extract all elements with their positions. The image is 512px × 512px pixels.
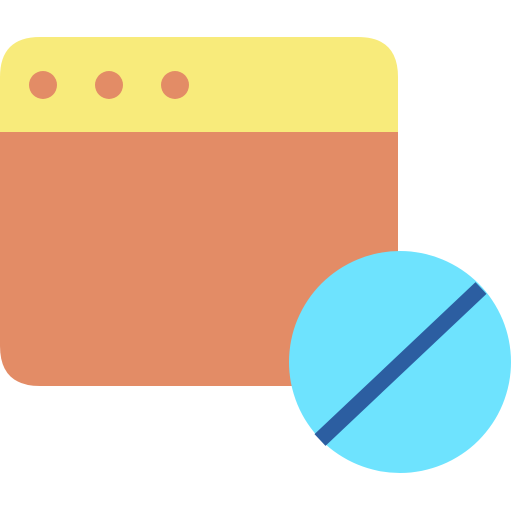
window-control-dot-3-icon <box>161 71 189 99</box>
window-control-dot-2-icon <box>95 71 123 99</box>
icon-canvas <box>0 37 511 473</box>
window-titlebar <box>0 37 398 132</box>
blocked-browser-window-icon <box>0 0 512 512</box>
window-control-dot-1-icon <box>29 71 57 99</box>
block-badge-icon <box>289 251 511 473</box>
